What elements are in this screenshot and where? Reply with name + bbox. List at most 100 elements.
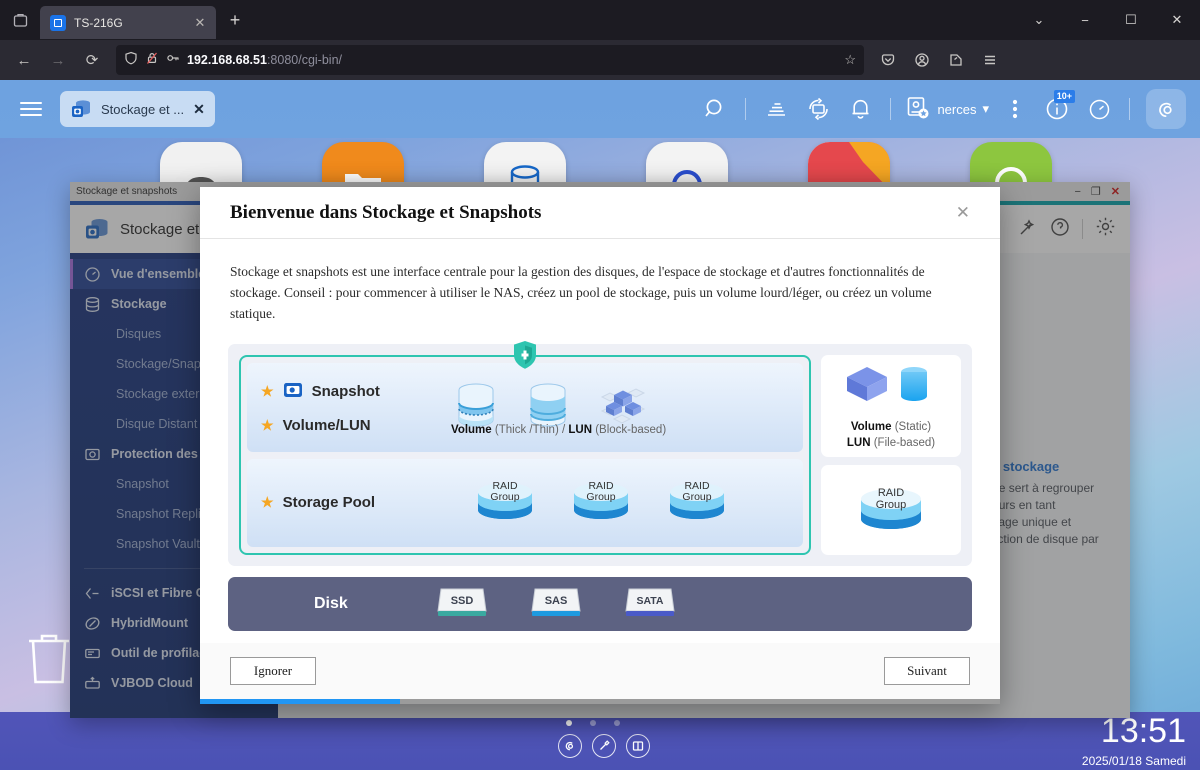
url-bar[interactable]: 192.168.68.51:8080/cgi-bin/ ☆ bbox=[116, 45, 864, 75]
url-text: 192.168.68.51:8080/cgi-bin/ bbox=[187, 53, 342, 67]
chevron-down-icon[interactable]: ▾ bbox=[982, 101, 989, 117]
row-label-group: ★ Snapshot ★ Volume/LUN bbox=[261, 381, 446, 434]
static-volume-icons bbox=[843, 361, 939, 412]
shield-icon[interactable] bbox=[124, 51, 138, 70]
notification-bell-icon[interactable] bbox=[840, 87, 880, 131]
browser-tab[interactable]: TS-216G ✕ bbox=[40, 6, 216, 39]
raid-group-icon: RAID Group bbox=[855, 479, 927, 542]
trash-icon[interactable] bbox=[24, 630, 74, 691]
diagram-right-column: Volume (Static) LUN (File-based) RAID Gr… bbox=[821, 355, 961, 555]
browser-toolbar-actions bbox=[872, 45, 1006, 75]
svg-text:SATA: SATA bbox=[636, 595, 663, 607]
modal-progress-bar bbox=[200, 699, 1000, 704]
disk-row: Disk SSD SAS SATA bbox=[228, 577, 972, 631]
volume-lun-caption: Volume (Thick /Thin) / LUN (Block-based) bbox=[451, 424, 666, 436]
app-menu-icon[interactable] bbox=[974, 45, 1006, 75]
caption-volume-text: (Thick /Thin) bbox=[491, 423, 559, 436]
tab-title: TS-216G bbox=[74, 15, 123, 30]
sync-icon[interactable] bbox=[798, 87, 838, 131]
pager-dot[interactable] bbox=[566, 720, 572, 726]
cube-icon bbox=[847, 367, 887, 401]
minimize-button[interactable]: − bbox=[1062, 0, 1108, 40]
user-avatar-icon bbox=[905, 95, 931, 124]
list-all-tabs-icon[interactable] bbox=[0, 0, 40, 40]
taskbar-icons bbox=[558, 734, 650, 758]
close-icon[interactable]: ✕ bbox=[190, 13, 210, 33]
notification-center-icon[interactable]: 10+ bbox=[1037, 87, 1077, 131]
taskbar-clock: 13:51 2025/01/18 Samedi bbox=[1082, 714, 1186, 768]
divider bbox=[745, 98, 747, 120]
bookmark-star-icon[interactable]: ☆ bbox=[844, 52, 856, 68]
shield-icon bbox=[512, 340, 538, 375]
disk-icons: SSD SAS SATA bbox=[434, 585, 678, 624]
taskbar-pager-dots[interactable] bbox=[566, 720, 620, 726]
reload-icon[interactable]: ⟳ bbox=[76, 45, 108, 75]
close-icon[interactable]: ✕ bbox=[956, 203, 970, 223]
mycloudnas-icon[interactable] bbox=[1146, 89, 1186, 129]
skip-button[interactable]: Ignorer bbox=[230, 657, 316, 685]
account-icon[interactable] bbox=[906, 45, 938, 75]
caption-volume-bold: Volume bbox=[451, 423, 492, 436]
raid-group-icon: RAID Group bbox=[570, 474, 632, 531]
more-options-icon[interactable] bbox=[995, 87, 1035, 131]
svg-text:SAS: SAS bbox=[545, 595, 568, 607]
search-icon[interactable] bbox=[695, 87, 735, 131]
forward-icon[interactable]: → bbox=[42, 45, 74, 75]
star-icon: ★ bbox=[261, 416, 274, 433]
chevron-down-icon[interactable]: ⌄ bbox=[1016, 0, 1062, 40]
raid-group-icon: RAID Group bbox=[474, 474, 536, 531]
main-menu-icon[interactable] bbox=[14, 92, 48, 126]
insecure-lock-icon[interactable] bbox=[145, 51, 159, 70]
back-icon[interactable]: ← bbox=[8, 45, 40, 75]
snapshot-label-row: ★ Snapshot bbox=[261, 381, 446, 403]
close-icon[interactable]: ✕ bbox=[193, 101, 205, 118]
clock-time: 13:51 bbox=[1100, 712, 1186, 750]
dashboard-icon[interactable] bbox=[1079, 87, 1119, 131]
storage-snapshots-icon bbox=[70, 98, 92, 120]
diagram-left-column: ★ Snapshot ★ Volume/LUN Volume (Thick /T… bbox=[239, 341, 811, 555]
tab-favicon-icon bbox=[50, 14, 66, 31]
static-volume-caption: Volume (Static) LUN (File-based) bbox=[847, 419, 935, 451]
extensions-icon[interactable] bbox=[940, 45, 972, 75]
modal-footer: Ignorer Suivant bbox=[200, 643, 1000, 699]
new-tab-button[interactable]: + bbox=[220, 5, 250, 35]
qts-taskbar: 13:51 2025/01/18 Samedi bbox=[0, 712, 1200, 770]
star-icon: ★ bbox=[261, 383, 274, 400]
caption-separator: / bbox=[558, 423, 569, 436]
pager-dot[interactable] bbox=[590, 720, 596, 726]
caption-volume-text: (Static) bbox=[891, 421, 932, 433]
url-path: :8080/cgi-bin/ bbox=[266, 53, 343, 67]
svg-text:Group: Group bbox=[586, 491, 615, 503]
browser-tabstrip: TS-216G ✕ + ⌄ − ☐ ✕ bbox=[0, 0, 1200, 40]
caption-lun-text: (Block-based) bbox=[592, 423, 667, 436]
welcome-modal: Bienvenue dans Stockage et Snapshots ✕ S… bbox=[200, 187, 1000, 704]
divider bbox=[1129, 98, 1130, 120]
modal-body: ★ Snapshot ★ Volume/LUN Volume (Thick /T… bbox=[200, 324, 1000, 643]
svg-text:SSD: SSD bbox=[451, 595, 474, 607]
cylinder-icon bbox=[901, 367, 927, 401]
close-window-button[interactable]: ✕ bbox=[1154, 0, 1200, 40]
divider bbox=[890, 98, 892, 120]
pocket-icon[interactable] bbox=[872, 45, 904, 75]
svg-text:Group: Group bbox=[876, 499, 907, 511]
qsync-taskbar-icon[interactable] bbox=[558, 734, 582, 758]
tools-taskbar-icon[interactable] bbox=[592, 734, 616, 758]
clock-date: 2025/01/18 Samedi bbox=[1081, 754, 1186, 768]
key-icon[interactable] bbox=[166, 51, 180, 70]
qts-app-tab-storage[interactable]: Stockage et ... ✕ bbox=[60, 91, 215, 127]
storage-pool-label-row: ★ Storage Pool bbox=[261, 494, 446, 511]
caption-volume-bold: Volume bbox=[850, 421, 892, 433]
maximize-button[interactable]: ☐ bbox=[1108, 0, 1154, 40]
background-tasks-icon[interactable] bbox=[756, 87, 796, 131]
user-menu[interactable]: nerces ▾ bbox=[901, 95, 993, 124]
caption-lun-bold: LUN bbox=[568, 423, 593, 436]
window-list-taskbar-icon[interactable] bbox=[626, 734, 650, 758]
star-icon: ★ bbox=[261, 494, 274, 511]
sas-disk-icon: SAS bbox=[528, 585, 584, 624]
window-controls: ⌄ − ☐ ✕ bbox=[1016, 0, 1200, 40]
next-button[interactable]: Suivant bbox=[884, 657, 970, 685]
pager-dot[interactable] bbox=[614, 720, 620, 726]
user-name: nerces bbox=[937, 101, 977, 117]
volume-lun-row: ★ Snapshot ★ Volume/LUN Volume (Thick /T… bbox=[247, 363, 803, 452]
qts-topbar: Stockage et ... ✕ nerces ▾ 10+ bbox=[0, 80, 1200, 138]
